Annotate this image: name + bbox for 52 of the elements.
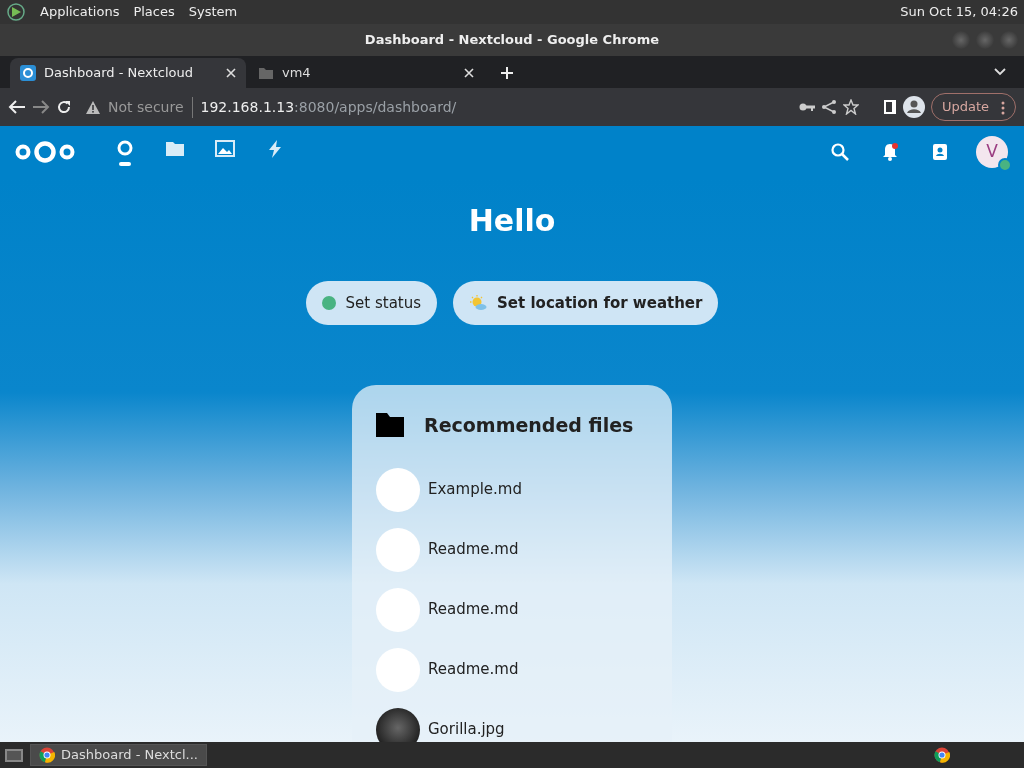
status-button[interactable]: Set status xyxy=(305,281,438,325)
file-name[interactable]: Example.md xyxy=(428,478,522,501)
document-thumbnail xyxy=(376,467,420,512)
taskbar-item[interactable]: Dashboard - Nextcl... xyxy=(30,744,207,766)
file-name[interactable]: Readme.md xyxy=(428,538,519,561)
file-name[interactable]: Readme.md xyxy=(428,658,519,681)
forward-icon[interactable] xyxy=(32,99,50,115)
warning-icon xyxy=(86,100,100,114)
new-tab-icon[interactable] xyxy=(500,66,514,80)
sun-cloud-icon xyxy=(469,294,488,312)
document-thumbnail xyxy=(376,587,420,632)
key-icon[interactable] xyxy=(798,102,815,112)
browser-tab[interactable]: Dashboard - Nextcloud xyxy=(10,58,246,88)
widget-title: Recommended files xyxy=(424,413,634,438)
file-name[interactable]: Gorilla.jpg xyxy=(428,718,505,741)
weather-button[interactable]: Set location for weather xyxy=(453,281,719,325)
profile-icon[interactable] xyxy=(902,96,925,118)
photo-placeholder xyxy=(376,707,420,742)
greeting: Hello xyxy=(468,202,556,240)
back-icon[interactable] xyxy=(8,99,26,115)
side-panel-icon[interactable] xyxy=(882,99,897,115)
status-dot-icon xyxy=(321,296,336,310)
more-icon xyxy=(1001,100,1005,115)
browser-logo-icon xyxy=(39,747,55,763)
chevron-down-icon[interactable] xyxy=(994,68,1006,76)
url-text[interactable]: 192.168.1.13:8080/apps/dashboard/ xyxy=(200,96,457,118)
browser-tab[interactable]: vm4 xyxy=(248,58,484,88)
image-icon xyxy=(215,138,235,159)
avatar[interactable]: V xyxy=(976,136,1008,168)
share-icon[interactable] xyxy=(820,99,837,115)
folder-icon xyxy=(376,413,404,438)
security-label[interactable]: Not secure xyxy=(108,96,193,118)
show-desktop-icon[interactable] xyxy=(4,747,24,763)
contacts-icon[interactable] xyxy=(930,142,950,162)
document-thumbnail xyxy=(376,527,420,572)
close-icon[interactable] xyxy=(226,68,236,78)
browser-logo-icon[interactable] xyxy=(934,747,950,763)
file-name[interactable]: Readme.md xyxy=(428,598,519,621)
panel-menu[interactable]: Applications xyxy=(40,2,120,22)
panel-menu[interactable]: Places xyxy=(133,2,175,22)
star-icon[interactable] xyxy=(842,99,859,115)
cloud-logo-icon xyxy=(20,65,36,81)
close-icon[interactable] xyxy=(464,68,474,78)
nextcloud-logo-icon[interactable] xyxy=(14,138,76,166)
folder-icon xyxy=(258,65,274,81)
panel-menu[interactable]: System xyxy=(188,2,238,22)
window-title: Dashboard - Nextcloud - Google Chrome xyxy=(364,31,660,50)
document-thumbnail xyxy=(376,647,420,692)
reload-icon[interactable] xyxy=(56,99,72,115)
clock: Sun Oct 15, 04:26 xyxy=(900,3,1018,22)
menu-logo-icon[interactable] xyxy=(6,2,26,22)
search-icon[interactable] xyxy=(830,142,850,162)
